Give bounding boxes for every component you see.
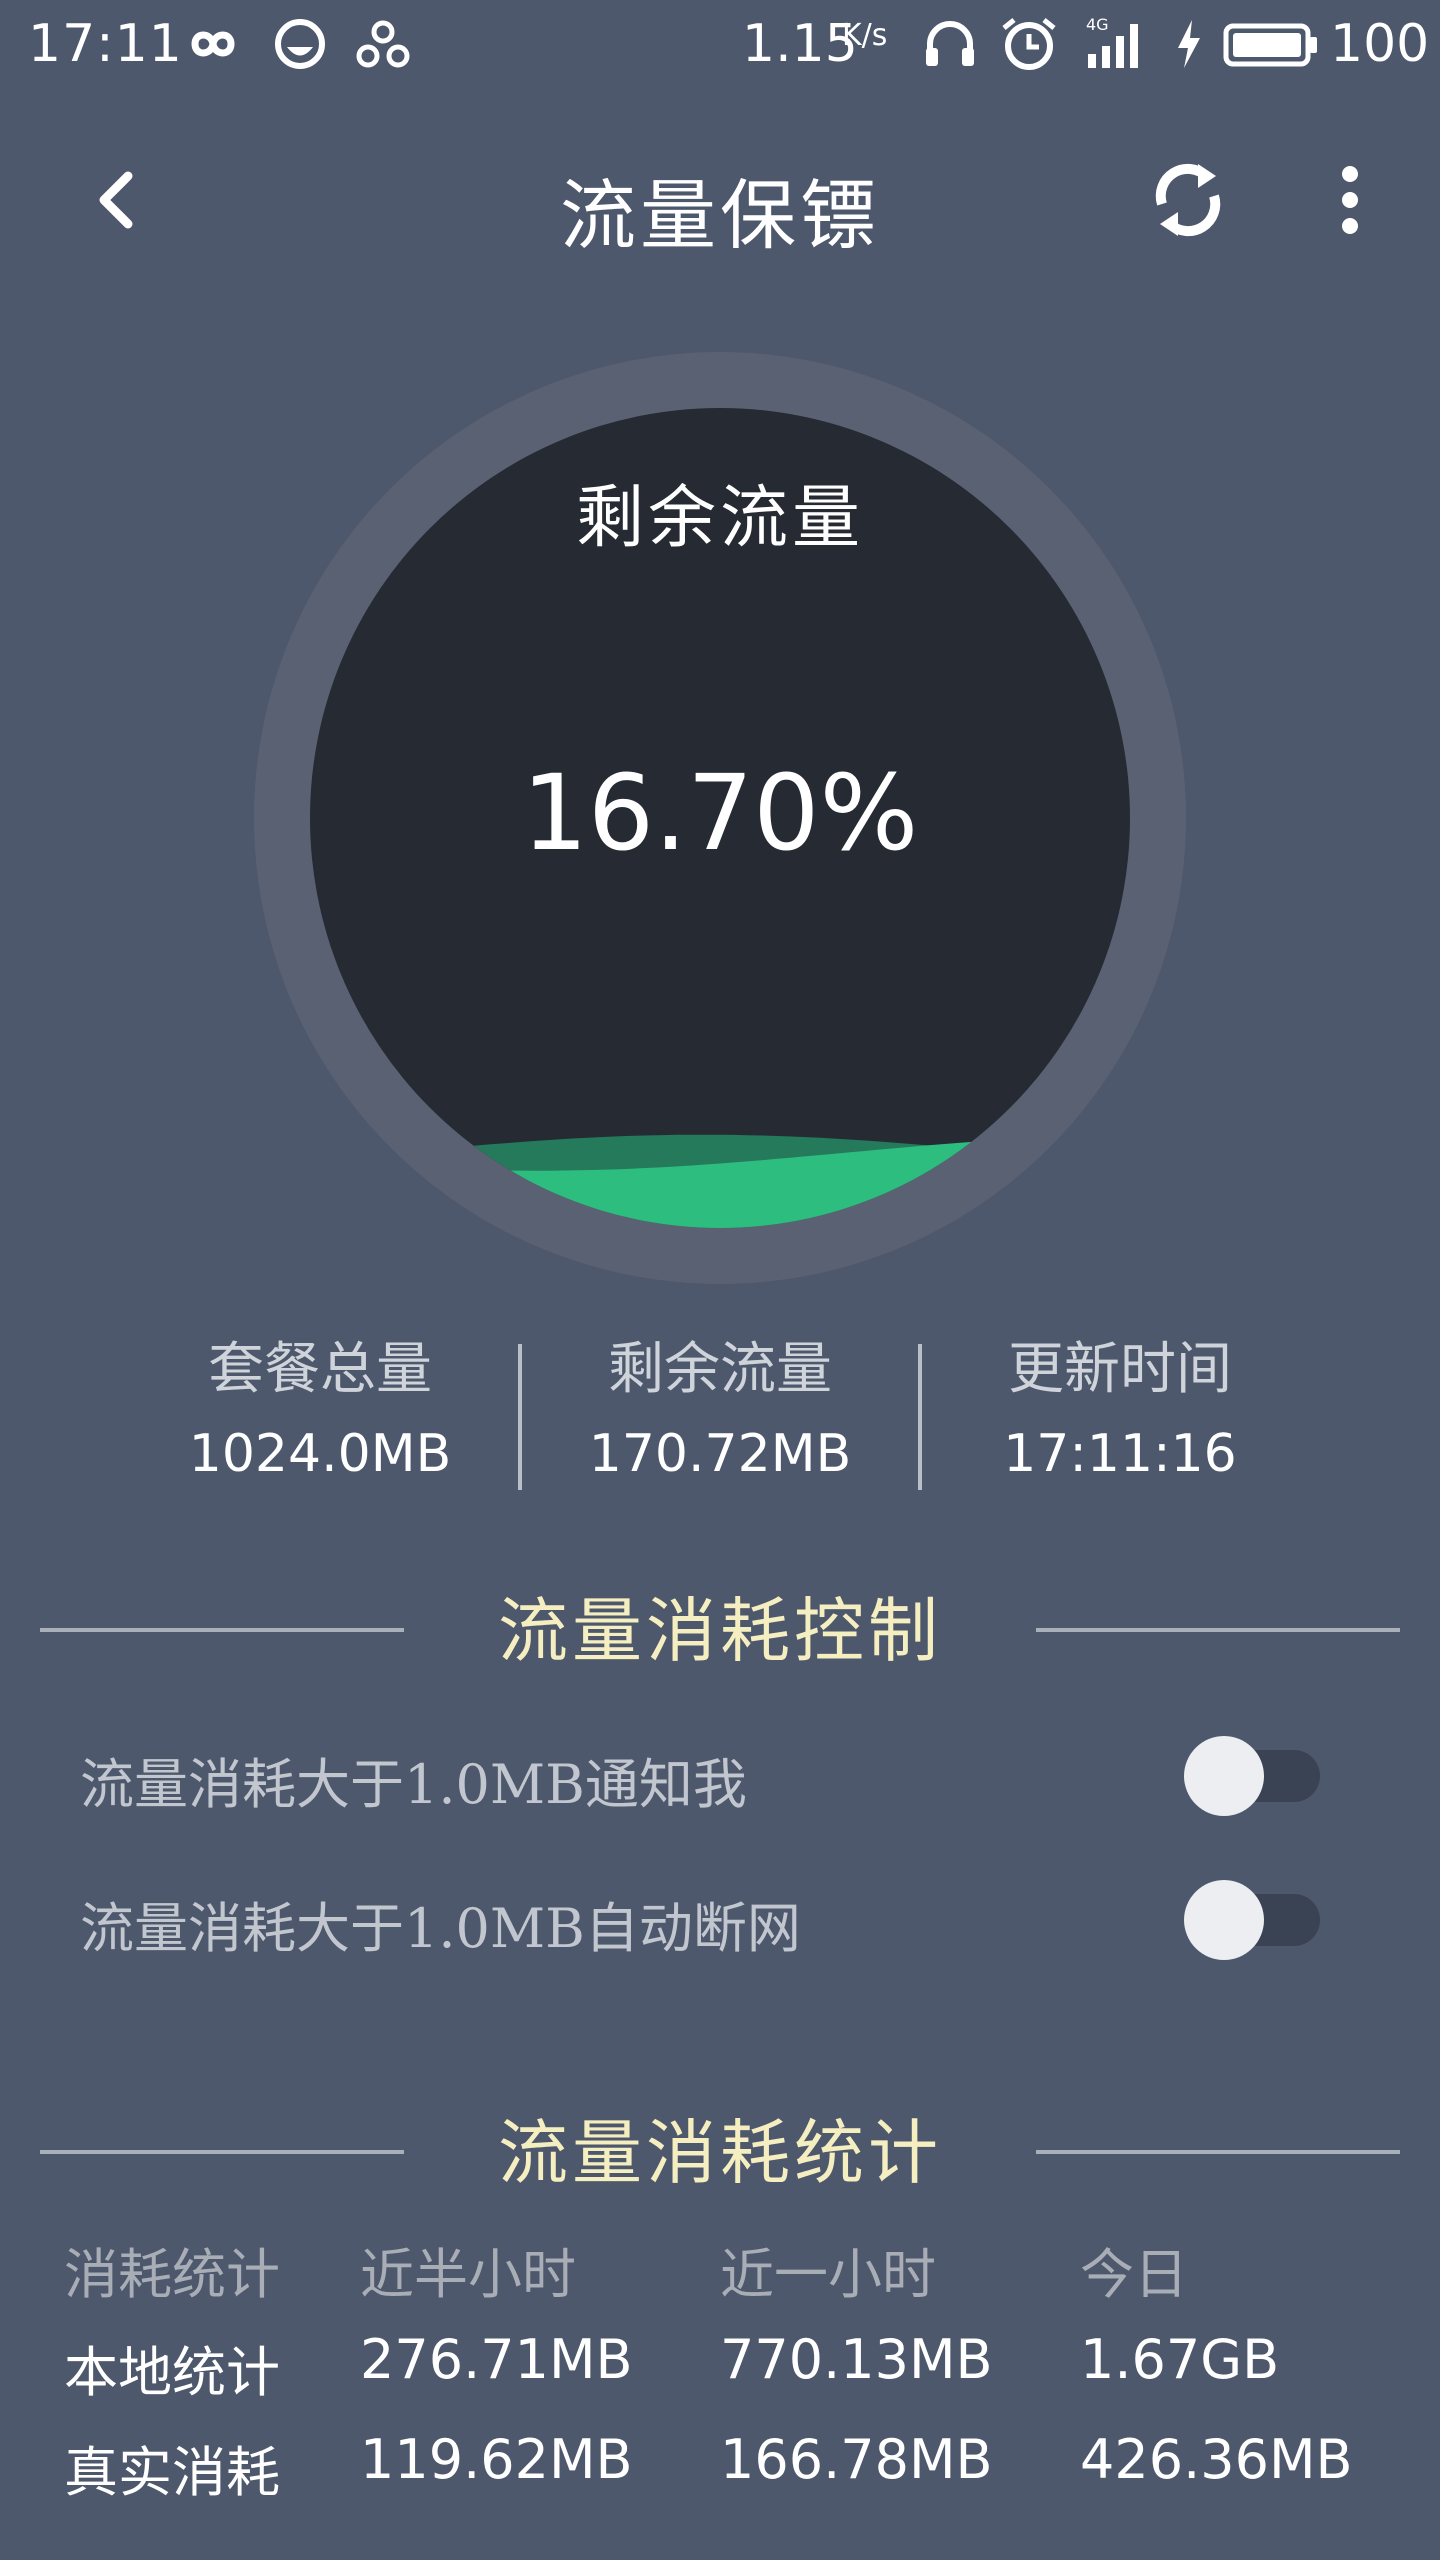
battery-level: 100: [1330, 14, 1430, 74]
remaining-traffic-gauge: 剩余流量 16.70%: [254, 352, 1186, 1284]
infinity-icon: [191, 31, 235, 57]
stats-row-label-local: 本地统计: [64, 2341, 280, 2404]
stats-header-half-hour: 近半小时: [360, 2243, 576, 2306]
refresh-icon: [1155, 163, 1221, 237]
disconnect-row: 流量消耗大于1.0MB自动断网: [0, 1860, 1440, 1980]
alarm-icon: [1002, 18, 1056, 70]
cluster-icon: [356, 20, 410, 68]
notify-row: 流量消耗大于1.0MB通知我: [0, 1716, 1440, 1836]
summary-remaining-value: 170.72MB: [588, 1424, 852, 1484]
toggle-knob: [1184, 1736, 1264, 1816]
stats-cell: 426.36MB: [1080, 2428, 1353, 2491]
stats-cell: 276.71MB: [360, 2328, 633, 2391]
stats-header-today: 今日: [1080, 2243, 1188, 2306]
disconnect-toggle[interactable]: [1184, 1880, 1320, 1960]
battery-icon: [1223, 23, 1317, 67]
section-divider-line: [1036, 2150, 1400, 2154]
summary-total: 套餐总量 1024.0MB: [120, 1330, 520, 1484]
stats-header-type: 消耗统计: [64, 2243, 280, 2306]
charging-icon: [1178, 20, 1200, 68]
notify-label: 流量消耗大于1.0MB通知我: [80, 1753, 747, 1816]
smile-circle-icon: [275, 19, 325, 69]
refresh-button[interactable]: [1140, 152, 1236, 248]
gauge-title: 剩余流量: [575, 479, 864, 558]
stats-cell: 166.78MB: [720, 2428, 993, 2491]
summary-bar: 套餐总量 1024.0MB 剩余流量 170.72MB 更新时间 17:11:1…: [0, 1330, 1440, 1500]
gauge-percent: 16.70%: [521, 752, 919, 874]
headphones-icon: [926, 21, 974, 66]
app-bar: 流量保镖: [0, 120, 1440, 280]
stats-table: 消耗统计 近半小时 近一小时 今日 本地统计 276.71MB 770.13MB…: [0, 2220, 1440, 2540]
notify-toggle[interactable]: [1184, 1736, 1320, 1816]
summary-remaining: 剩余流量 170.72MB: [520, 1330, 920, 1484]
summary-total-label: 套餐总量: [208, 1337, 432, 1402]
toggle-knob: [1184, 1880, 1264, 1960]
network-speed: 1.15: [742, 14, 858, 74]
stats-header-one-hour: 近一小时: [720, 2243, 936, 2306]
status-bar: 17:11 1.15 K/s 4G 100: [0, 0, 1440, 90]
more-options-button[interactable]: [1320, 160, 1380, 240]
control-section-header: 流量消耗控制: [0, 1576, 1440, 1686]
stats-row-label-real: 真实消耗: [64, 2441, 280, 2504]
summary-remaining-label: 剩余流量: [608, 1337, 832, 1402]
stats-section-header: 流量消耗统计: [0, 2098, 1440, 2208]
status-time: 17:11: [28, 14, 183, 74]
signal-4g-icon: 4G: [1086, 15, 1138, 68]
section-divider-line: [1036, 1628, 1400, 1632]
stats-cell: 770.13MB: [720, 2328, 993, 2391]
disconnect-label: 流量消耗大于1.0MB自动断网: [80, 1897, 801, 1960]
summary-updated-value: 17:11:16: [1003, 1424, 1237, 1484]
summary-total-value: 1024.0MB: [188, 1424, 452, 1484]
stats-cell: 119.62MB: [360, 2428, 633, 2491]
network-speed-unit: K/s: [842, 18, 888, 53]
svg-text:4G: 4G: [1086, 15, 1109, 34]
summary-updated: 更新时间 17:11:16: [920, 1330, 1320, 1484]
summary-updated-label: 更新时间: [1008, 1337, 1232, 1402]
more-vertical-icon: [1342, 166, 1358, 234]
stats-cell: 1.67GB: [1080, 2328, 1280, 2391]
